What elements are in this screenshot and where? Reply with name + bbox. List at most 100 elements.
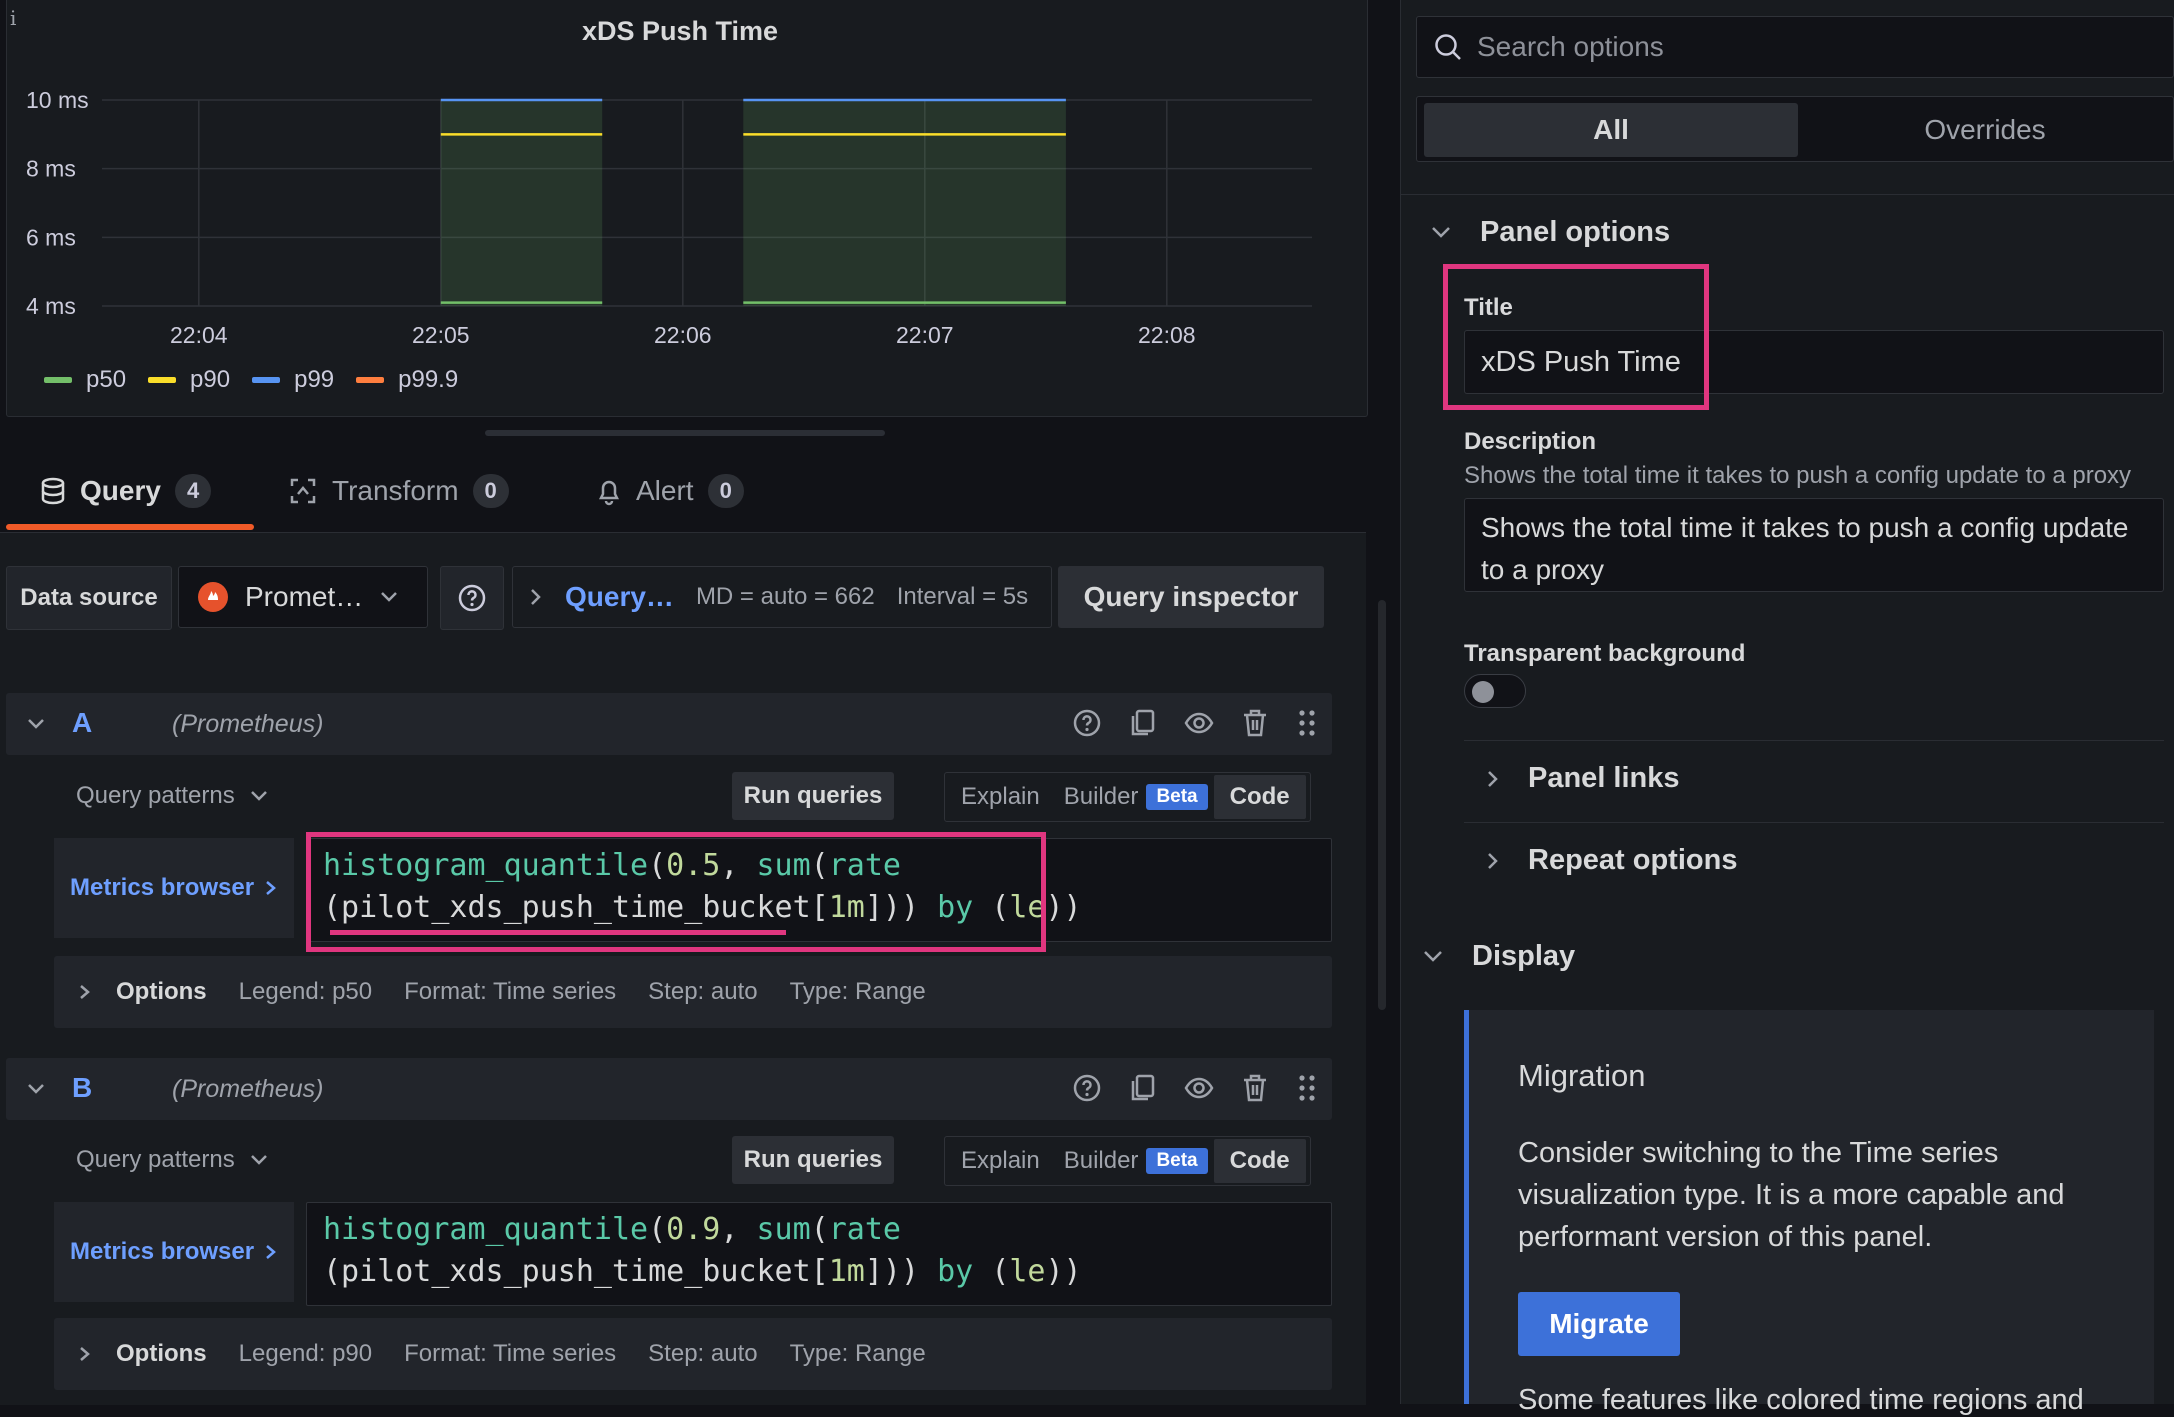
datasource-label: Data source [6,566,172,630]
query-options-bar[interactable]: Query… MD = auto = 662 Interval = 5s [512,566,1052,628]
x-tick-label: 22:06 [654,322,712,348]
metrics-browser-button[interactable]: Metrics browser [54,838,294,938]
pane-resize-handle[interactable] [485,430,885,436]
chevron-right-icon [80,1347,90,1361]
tab-query[interactable]: Query 4 [40,474,212,508]
copy-icon[interactable] [1128,707,1158,739]
query-ref-id[interactable]: B [72,1072,92,1104]
legend-item[interactable]: p99.9 [356,366,458,394]
x-tick-label: 22:04 [170,322,228,348]
drag-handle-icon[interactable] [1296,1072,1318,1104]
x-tick-label: 22:07 [896,322,954,348]
series-fill-area [440,100,603,306]
migrate-button[interactable]: Migrate [1518,1292,1680,1356]
max-data-points: MD = auto = 662 [695,583,875,610]
metrics-browser-button[interactable]: Metrics browser [54,1202,294,1302]
type-value: Type: Range [789,1340,926,1367]
chart-fills [440,100,1066,306]
legend-item[interactable]: p50 [44,366,126,394]
search-icon [1435,34,1461,60]
promql-code-editor[interactable]: histogram_quantile(0.9, sum(rate (pilot_… [306,1202,1332,1306]
query-ref-id[interactable]: A [72,707,92,739]
datasource-picker[interactable]: Promet… [178,566,428,628]
format-value: Format: Time series [404,978,617,1005]
display-section-header[interactable]: Display [1422,940,1575,973]
chevron-right-icon [531,589,541,605]
run-queries-button[interactable]: Run queries [732,772,894,820]
tab-transform[interactable]: Transform 0 [288,474,509,508]
search-options-input[interactable]: Search options [1416,16,2174,78]
tab-overrides[interactable]: Overrides [1800,103,2170,157]
query-datasource-name: (Prometheus) [172,1075,324,1103]
query-options-link[interactable]: Query… [565,581,674,613]
question-circle-icon[interactable] [1072,1072,1102,1104]
panel-links-section-header[interactable]: Panel links [1486,762,1680,795]
copy-icon[interactable] [1128,1072,1158,1104]
legend-label: p99 [294,366,335,393]
y-tick-label: 10 ms [26,87,89,113]
mode-code[interactable]: Code [1213,1139,1306,1183]
question-circle-icon[interactable] [1072,707,1102,739]
chevron-down-icon[interactable] [22,709,50,737]
timeseries-chart: 4 ms6 ms8 ms10 ms 22:04 22:05 22:06 22:07 22… [26,87,1312,348]
tab-label: Transform [332,475,459,506]
interval-value: Interval = 5s [896,583,1029,610]
editor-scrollbar[interactable] [1378,600,1386,1010]
options-label: Options [116,978,207,1005]
mode-builder[interactable]: Builder [1052,783,1151,811]
transform-icon [290,478,316,504]
trash-icon[interactable] [1240,1072,1270,1104]
panel-options-section-header[interactable]: Panel options [1430,216,1670,249]
mode-explain-toggle[interactable]: Explain [949,783,1052,811]
toggle-knob [1472,681,1494,703]
query-patterns-dropdown[interactable]: Query patterns [76,782,269,810]
chevron-down-icon [250,1155,267,1165]
code-line: histogram_quantile(0.9, sum(rate [323,1212,901,1247]
datasource-help-button[interactable] [440,566,504,630]
run-queries-button[interactable]: Run queries [732,1136,894,1184]
chevron-right-icon [1488,770,1498,787]
query-row-actions [1072,1072,1318,1104]
description-help-text: Shows the total time it takes to push a … [1464,462,2132,489]
chevron-down-icon[interactable] [22,1074,50,1102]
query-options-row[interactable]: Options Legend: p90 Format: Time series … [54,1318,1332,1390]
query-options-row[interactable]: Options Legend: p50 Format: Time series … [54,956,1332,1028]
tab-all[interactable]: All [1424,103,1798,157]
chevron-down-icon [1424,950,1442,962]
migration-title: Migration [1518,1058,1646,1093]
tab-label: Alert [636,475,694,506]
tab-alert[interactable]: Alert 0 [596,474,744,508]
datasource-value: Promet… [245,581,364,612]
chevron-right-icon [266,881,276,895]
eye-icon[interactable] [1184,707,1214,739]
query-patterns-dropdown[interactable]: Query patterns [76,1146,269,1174]
chevron-right-icon [266,1245,276,1259]
tab-label: Query [80,475,161,506]
chart-legend: p50 p90 p99 p99.9 [44,366,458,394]
divider [1464,822,2164,823]
drag-handle-icon[interactable] [1296,707,1318,739]
query-row-header-a[interactable]: A (Prometheus) [6,693,1332,755]
migration-text: Consider switching to the Time series vi… [1518,1137,2065,1253]
section-title: Panel options [1480,216,1671,248]
legend-item[interactable]: p99 [252,366,334,394]
eye-icon[interactable] [1184,1072,1214,1104]
trash-icon[interactable] [1240,707,1270,739]
legend-value: Legend: p50 [238,978,373,1005]
chevron-right-icon [80,985,90,999]
mode-builder[interactable]: Builder [1052,1147,1151,1175]
repeat-options-section-header[interactable]: Repeat options [1486,844,1737,877]
legend-swatch [356,377,385,383]
x-tick-label: 22:08 [1138,322,1196,348]
legend-item[interactable]: p90 [148,366,230,394]
query-inspector-button[interactable]: Query inspector [1058,566,1324,628]
search-placeholder: Search options [1477,31,1664,62]
metric-underline-highlight [330,930,786,935]
divider [1400,194,2174,195]
metrics-browser-label: Metrics browser [70,1238,255,1265]
highlight-box-title [1443,264,1709,410]
panel-description-textarea[interactable]: Shows the total time it takes to push a … [1464,498,2164,592]
query-row-header-b[interactable]: B (Prometheus) [6,1058,1332,1120]
mode-code[interactable]: Code [1213,775,1306,819]
mode-explain-toggle[interactable]: Explain [949,1147,1052,1175]
